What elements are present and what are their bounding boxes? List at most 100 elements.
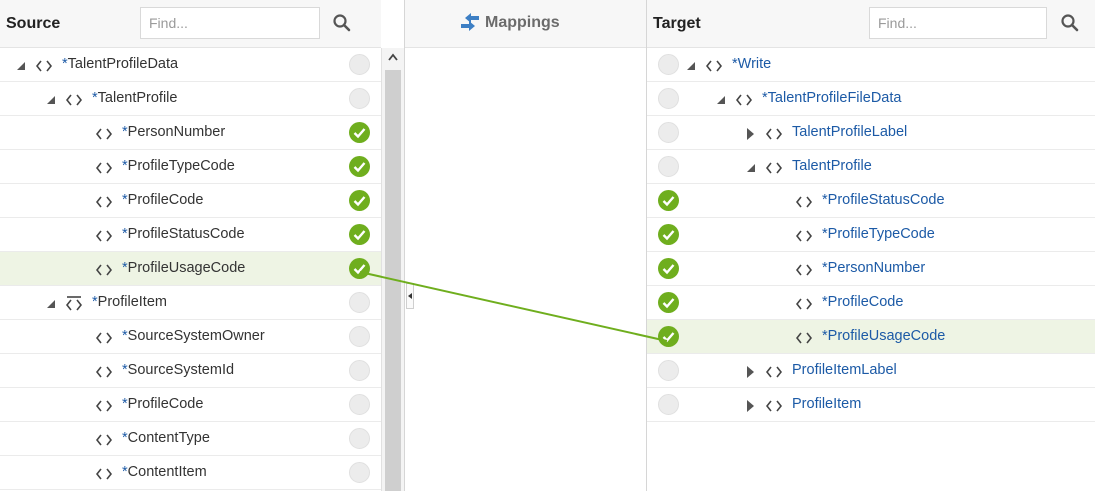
collapsed-toggle-icon[interactable] (745, 365, 757, 378)
expanded-toggle-icon[interactable] (45, 297, 57, 309)
target-row[interactable]: *TalentProfileFileData (647, 82, 1095, 116)
target-row-label: TalentProfile (792, 158, 872, 174)
source-row-label: *TalentProfileData (62, 56, 179, 72)
empty-circle-icon (658, 360, 679, 381)
mapping-arrows-icon (459, 12, 481, 32)
source-row[interactable]: *TalentProfileData (0, 48, 381, 82)
element-tag-icon (795, 229, 813, 242)
source-scrollbar[interactable] (381, 48, 404, 491)
collapsed-toggle-icon[interactable] (745, 399, 757, 412)
expanded-toggle-icon[interactable] (45, 93, 57, 105)
element-tag-icon (95, 263, 113, 276)
element-tag-icon (95, 161, 113, 174)
element-tag-icon (765, 161, 783, 174)
source-panel: Source *TalentProfileData *TalentProfile… (0, 0, 381, 491)
target-title: Target (653, 15, 701, 32)
expanded-toggle-icon[interactable] (715, 93, 727, 105)
source-row-label: *ProfileUsageCode (122, 260, 246, 276)
element-tag-icon (95, 399, 113, 412)
source-row-label: *SourceSystemId (122, 362, 235, 378)
source-row[interactable]: *ProfileCode (0, 388, 381, 422)
source-row[interactable]: *ProfileStatusCode (0, 218, 381, 252)
target-row[interactable]: *PersonNumber (647, 252, 1095, 286)
target-row-label: TalentProfileLabel (792, 124, 908, 140)
element-tag-icon (735, 93, 753, 106)
expanded-toggle-icon[interactable] (15, 59, 27, 71)
source-title: Source (6, 15, 61, 32)
element-tag-icon (95, 467, 113, 480)
source-header: Source (0, 0, 381, 48)
target-row[interactable]: *ProfileTypeCode (647, 218, 1095, 252)
collapsed-toggle-icon[interactable] (745, 127, 757, 140)
source-row-label: *ProfileItem (92, 294, 167, 310)
scrollbar-thumb[interactable] (385, 70, 401, 491)
element-tag-icon (95, 365, 113, 378)
element-tag-icon (765, 365, 783, 378)
source-row-label: *ProfileCode (122, 192, 204, 208)
expanded-toggle-icon[interactable] (745, 161, 757, 173)
element-tag-icon (765, 127, 783, 140)
target-row-label: *PersonNumber (822, 260, 926, 276)
source-row[interactable]: *ContentType (0, 422, 381, 456)
target-row[interactable]: TalentProfileLabel (647, 116, 1095, 150)
mappings-panel: Mappings (404, 0, 647, 491)
source-row-label: *ProfileStatusCode (122, 226, 245, 242)
source-row-label: *SourceSystemOwner (122, 328, 265, 344)
source-row[interactable]: *PersonNumber (0, 116, 381, 150)
target-row-label: *ProfileStatusCode (822, 192, 945, 208)
target-row-label: *Write (732, 56, 772, 72)
target-row-selected[interactable]: *ProfileUsageCode (647, 320, 1095, 354)
check-circle-icon (658, 258, 679, 279)
target-row-label: *ProfileTypeCode (822, 226, 935, 242)
source-row[interactable]: *ProfileTypeCode (0, 150, 381, 184)
element-tag-icon (95, 433, 113, 446)
target-row[interactable]: TalentProfile (647, 150, 1095, 184)
check-circle-icon (658, 224, 679, 245)
source-row[interactable]: *ProfileItem (0, 286, 381, 320)
source-row-selected[interactable]: *ProfileUsageCode (0, 252, 381, 286)
check-circle-icon (658, 190, 679, 211)
empty-circle-icon (349, 326, 370, 347)
check-circle-icon (349, 190, 370, 211)
source-row-label: *ContentItem (122, 464, 207, 480)
target-row[interactable]: ProfileItem (647, 388, 1095, 422)
source-row-label: *ContentType (122, 430, 210, 446)
target-row-label: *ProfileUsageCode (822, 328, 946, 344)
scroll-up-arrow-icon[interactable] (385, 50, 401, 66)
source-row[interactable]: *SourceSystemOwner (0, 320, 381, 354)
source-row[interactable]: *TalentProfile (0, 82, 381, 116)
element-tag-icon (795, 331, 813, 344)
element-tag-icon (765, 399, 783, 412)
element-tag-icon (95, 229, 113, 242)
source-row[interactable]: *SourceSystemId (0, 354, 381, 388)
check-circle-icon (349, 224, 370, 245)
target-row[interactable]: *Write (647, 48, 1095, 82)
source-row[interactable]: *ProfileCode (0, 184, 381, 218)
source-find-input[interactable] (140, 7, 320, 39)
target-header: Target (647, 0, 1095, 48)
collapse-panel-handle[interactable] (406, 283, 414, 309)
target-row[interactable]: *ProfileStatusCode (647, 184, 1095, 218)
element-tag-icon (795, 297, 813, 310)
target-row[interactable]: *ProfileCode (647, 286, 1095, 320)
source-search-icon[interactable] (331, 12, 353, 34)
target-search-icon[interactable] (1059, 12, 1081, 34)
source-row-label: *ProfileCode (122, 396, 204, 412)
expanded-toggle-icon[interactable] (685, 59, 697, 71)
element-tag-icon (95, 331, 113, 344)
empty-circle-icon (658, 394, 679, 415)
target-panel: Target *Write *TalentProfileFileData Tal… (647, 0, 1095, 491)
check-circle-icon (349, 258, 370, 279)
empty-circle-icon (349, 360, 370, 381)
element-tag-icon (795, 195, 813, 208)
element-tag-icon (95, 127, 113, 140)
empty-circle-icon (349, 428, 370, 449)
element-tag-icon (35, 59, 53, 72)
repeating-element-icon (65, 295, 83, 311)
element-tag-icon (705, 59, 723, 72)
target-find-input[interactable] (869, 7, 1047, 39)
source-row[interactable]: *ContentItem (0, 456, 381, 490)
empty-circle-icon (349, 54, 370, 75)
target-row-label: ProfileItem (792, 396, 862, 412)
target-row[interactable]: ProfileItemLabel (647, 354, 1095, 388)
